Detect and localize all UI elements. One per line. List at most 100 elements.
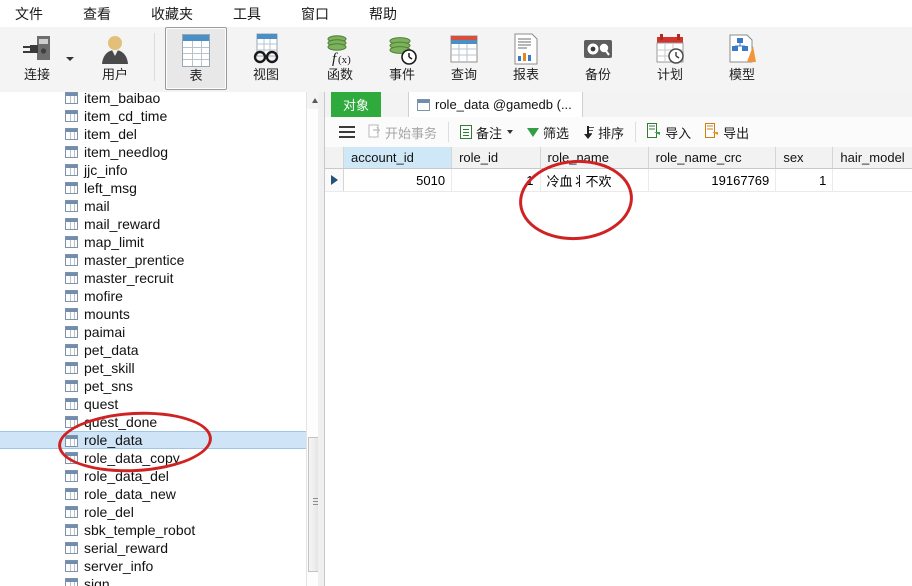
sort-button[interactable]: 排序: [576, 117, 631, 147]
tab-objects-label: 对象: [343, 98, 370, 113]
ribbon-button-model[interactable]: 模型: [711, 27, 773, 90]
tree-item-role_data[interactable]: role_data: [0, 431, 306, 449]
tree-item-map_limit[interactable]: map_limit: [0, 233, 306, 251]
cell-role_id[interactable]: 1: [452, 169, 541, 191]
tree-item-pet_sns[interactable]: pet_sns: [0, 377, 306, 395]
tree-item-role_del[interactable]: role_del: [0, 503, 306, 521]
ribbon-button-connection[interactable]: 连接: [6, 27, 74, 90]
table-icon: [65, 236, 78, 248]
table-icon: [417, 98, 430, 111]
tree-item-label: map_limit: [84, 234, 144, 250]
transaction-icon: [368, 124, 381, 141]
menu-view[interactable]: 查看: [74, 1, 120, 27]
tree-item-quest_done[interactable]: quest_done: [0, 413, 306, 431]
model-icon: [725, 31, 759, 67]
object-tree-sidebar[interactable]: item_baibao item_cd_time item_del item_n…: [0, 92, 325, 586]
import-label: 导入: [665, 125, 692, 141]
tree-item-mail[interactable]: mail: [0, 197, 306, 215]
connection-icon: [20, 31, 54, 67]
tree-item-paimai[interactable]: paimai: [0, 323, 306, 341]
note-icon: [460, 125, 473, 139]
tree-item-master_prentice[interactable]: master_prentice: [0, 251, 306, 269]
begin-transaction-button[interactable]: 开始事务: [361, 117, 444, 147]
tree-item-mofire[interactable]: mofire: [0, 287, 306, 305]
hamburger-icon[interactable]: [339, 126, 355, 138]
tree-item-item_baibao[interactable]: item_baibao: [0, 92, 306, 107]
ribbon-button-user[interactable]: 用户: [84, 27, 146, 90]
table-icon: [65, 326, 78, 338]
ribbon-button-report[interactable]: 报表: [495, 27, 557, 90]
table-icon: [65, 200, 78, 212]
menu-favorites[interactable]: 收藏夹: [142, 1, 202, 27]
table-icon: [65, 344, 78, 356]
cell-sex[interactable]: 1: [776, 169, 834, 191]
tree-item-item_needlog[interactable]: item_needlog: [0, 143, 306, 161]
function-icon: f (x): [323, 31, 357, 67]
tab-role-data[interactable]: role_data @gamedb (...: [408, 92, 583, 117]
tree-item-pet_skill[interactable]: pet_skill: [0, 359, 306, 377]
cell-hair_model[interactable]: [833, 169, 912, 191]
tree-item-mail_reward[interactable]: mail_reward: [0, 215, 306, 233]
grid-header-sex[interactable]: sex: [776, 147, 834, 168]
tree-item-server_info[interactable]: server_info: [0, 557, 306, 575]
grid-corner-cell: [325, 147, 344, 168]
chevron-down-icon[interactable]: [66, 57, 74, 61]
grid-toolbar: 开始事务 备注 筛选 排序 导入 导出: [325, 117, 912, 148]
tree-item-master_recruit[interactable]: master_recruit: [0, 269, 306, 287]
ribbon-button-schedule[interactable]: 计划: [639, 27, 701, 90]
grid-header-role_name[interactable]: role_name: [541, 147, 649, 168]
tree-item-left_msg[interactable]: left_msg: [0, 179, 306, 197]
table-list[interactable]: item_baibao item_cd_time item_del item_n…: [0, 92, 306, 586]
ribbon-button-event[interactable]: 事件: [371, 27, 433, 90]
table-icon: [65, 254, 78, 266]
tree-item-label: sign: [84, 576, 110, 586]
ribbon-button-table[interactable]: 表: [165, 27, 227, 90]
tree-item-role_data_copy[interactable]: role_data_copy: [0, 449, 306, 467]
tree-item-serial_reward[interactable]: serial_reward: [0, 539, 306, 557]
ribbon-label-connection: 连接: [23, 67, 50, 82]
grid-header-role_id[interactable]: role_id: [452, 147, 541, 168]
grid-header-role_name_crc[interactable]: role_name_crc: [649, 147, 777, 168]
tree-item-item_del[interactable]: item_del: [0, 125, 306, 143]
note-button[interactable]: 备注: [453, 117, 520, 147]
main-pane: 对象 role_data @gamedb (... 开始事务 备注 筛选 排序 …: [325, 92, 912, 586]
filter-button[interactable]: 筛选: [520, 117, 576, 147]
ribbon-button-view[interactable]: 视图: [235, 27, 297, 90]
tree-item-pet_data[interactable]: pet_data: [0, 341, 306, 359]
data-grid[interactable]: account_id role_id role_name role_name_c…: [325, 147, 912, 586]
view-glasses-icon: [249, 31, 283, 67]
tree-item-jjc_info[interactable]: jjc_info: [0, 161, 306, 179]
cell-role_name[interactable]: 冷血丬不欢: [541, 169, 649, 191]
ribbon-separator-1: [154, 33, 155, 81]
cell-role_name_crc[interactable]: 19167769: [649, 169, 777, 191]
grid-header-account_id[interactable]: account_id: [344, 147, 453, 168]
nav-cat-window: 文件 查看 收藏夹 工具 窗口 帮助 连接 用户 表 视图 f (x) 函数 事…: [0, 0, 912, 586]
tree-item-quest[interactable]: quest: [0, 395, 306, 413]
tab-objects[interactable]: 对象: [331, 92, 382, 117]
tree-item-role_data_new[interactable]: role_data_new: [0, 485, 306, 503]
export-button[interactable]: 导出: [698, 117, 756, 147]
note-label: 备注: [476, 125, 503, 141]
menu-window[interactable]: 窗口: [292, 1, 338, 27]
ribbon-button-backup[interactable]: 备份: [567, 27, 629, 90]
tree-item-role_data_del[interactable]: role_data_del: [0, 467, 306, 485]
tree-item-item_cd_time[interactable]: item_cd_time: [0, 107, 306, 125]
table-icon: [65, 452, 78, 464]
ribbon-button-function[interactable]: f (x) 函数: [309, 27, 371, 90]
tree-item-mounts[interactable]: mounts: [0, 305, 306, 323]
table-row[interactable]: 5010 1 冷血丬不欢 19167769 1: [325, 169, 912, 192]
menu-help[interactable]: 帮助: [360, 1, 406, 27]
chevron-down-icon[interactable]: [507, 130, 514, 134]
ribbon-label-report: 报表: [512, 67, 539, 82]
tree-item-sbk_temple_robot[interactable]: sbk_temple_robot: [0, 521, 306, 539]
import-button[interactable]: 导入: [640, 117, 698, 147]
ribbon-button-query[interactable]: 查询: [433, 27, 495, 90]
menu-tools[interactable]: 工具: [224, 1, 270, 27]
tree-item-sign[interactable]: sign: [0, 575, 306, 586]
cell-account_id[interactable]: 5010: [344, 169, 453, 191]
menu-file[interactable]: 文件: [6, 1, 52, 27]
user-icon: [98, 31, 132, 67]
tree-item-label: left_msg: [84, 180, 137, 196]
pane-splitter[interactable]: [318, 92, 324, 586]
grid-header-hair_model[interactable]: hair_model: [833, 147, 912, 168]
